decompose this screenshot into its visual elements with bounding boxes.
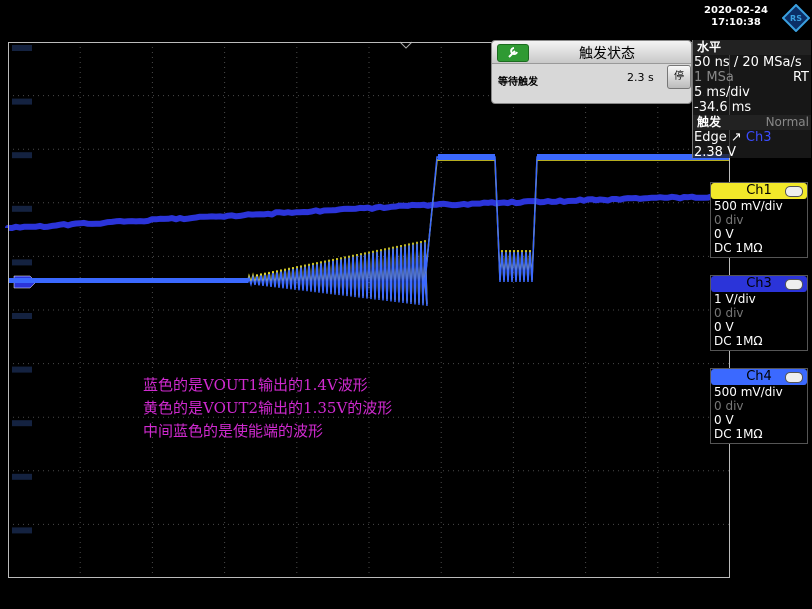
svg-text:RS: RS [790,14,802,23]
datetime-readout: 2020-02-24 17:10:38 [704,5,768,29]
time-label: 17:10:38 [704,17,768,29]
ch1-label: Ch1 [746,183,772,198]
wait-trigger-value: 2.3 s [627,71,654,84]
brand-logo-icon: RS [782,4,810,32]
record-length-row: 1 MSa RT [693,70,811,85]
ch4-coupling: DC 1MΩ [711,427,807,441]
ch1-coupling: DC 1MΩ [711,241,807,255]
channel-box-ch4[interactable]: Ch4 500 mV/div 0 div 0 V DC 1MΩ [710,368,808,444]
channel-box-ch1[interactable]: Ch1 500 mV/div 0 div 0 V DC 1MΩ [710,182,808,258]
trigger-mode: Normal [766,115,809,130]
ch1-position: 0 V [711,227,807,241]
ch4-offset: 0 div [711,399,807,413]
annotation-text: 蓝色的是VOUT1输出的1.4V波形 黄色的是VOUT2输出的1.35V的波形 … [143,374,392,443]
trigger-status-dialog[interactable]: 触发状态 等待触发 2.3 s 停 [491,40,692,104]
annotation-line-2: 黄色的是VOUT2输出的1.35V的波形 [143,397,392,420]
record-length: 1 MSa [694,70,734,85]
ch1-offset: 0 div [711,213,807,227]
time-position: -34.6 ms [693,100,811,115]
ch3-header[interactable]: Ch3 [711,276,807,292]
ch4-label: Ch4 [746,369,772,384]
annotation-line-1: 蓝色的是VOUT1输出的1.4V波形 [143,374,392,397]
horizontal-header: 水平 [693,40,811,55]
horizontal-trigger-panel[interactable]: 水平 50 ns / 20 MSa/s 1 MSa RT 5 ms/div -3… [692,40,811,158]
acquisition-mode: RT [793,70,809,85]
wrench-settings-button[interactable] [497,44,529,62]
ch3-position: 0 V [711,320,807,334]
trigger-type-row: Edge ↗ Ch3 [693,130,811,145]
ch4-scale: 500 mV/div [711,385,807,399]
sample-rate: 50 ns / 20 MSa/s [693,55,811,70]
rising-edge-icon: ↗ [731,130,746,145]
date-label: 2020-02-24 [704,5,768,17]
ch3-scale: 1 V/div [711,292,807,306]
wait-trigger-label: 等待触发 [498,73,538,88]
ch3-coupling: DC 1MΩ [711,334,807,348]
ch1-scale: 500 mV/div [711,199,807,213]
channel-box-ch3[interactable]: Ch3 1 V/div 0 div 0 V DC 1MΩ [710,275,808,351]
ch1-header[interactable]: Ch1 [711,183,807,199]
ch3-toggle-icon[interactable] [785,279,803,290]
trigger-type: Edge [694,130,727,145]
annotation-line-3: 中间蓝色的是使能端的波形 [143,420,392,443]
stop-button[interactable]: 停 [667,65,691,89]
ch3-label: Ch3 [746,276,772,291]
ch4-toggle-icon[interactable] [785,372,803,383]
trigger-header: 触发 [697,115,721,129]
ch4-position: 0 V [711,413,807,427]
time-scale: 5 ms/div [693,85,811,100]
ch4-header[interactable]: Ch4 [711,369,807,385]
dialog-titlebar[interactable]: 触发状态 [492,41,691,64]
trigger-header-row: 触发 Normal [693,115,811,130]
ch1-toggle-icon[interactable] [785,186,803,197]
trigger-source: Ch3 [746,130,772,145]
trigger-level: 2.38 V [693,145,811,160]
dialog-title: 触发状态 [552,43,662,63]
plot-area[interactable] [8,42,730,578]
ch3-offset: 0 div [711,306,807,320]
wrench-icon [498,45,528,61]
